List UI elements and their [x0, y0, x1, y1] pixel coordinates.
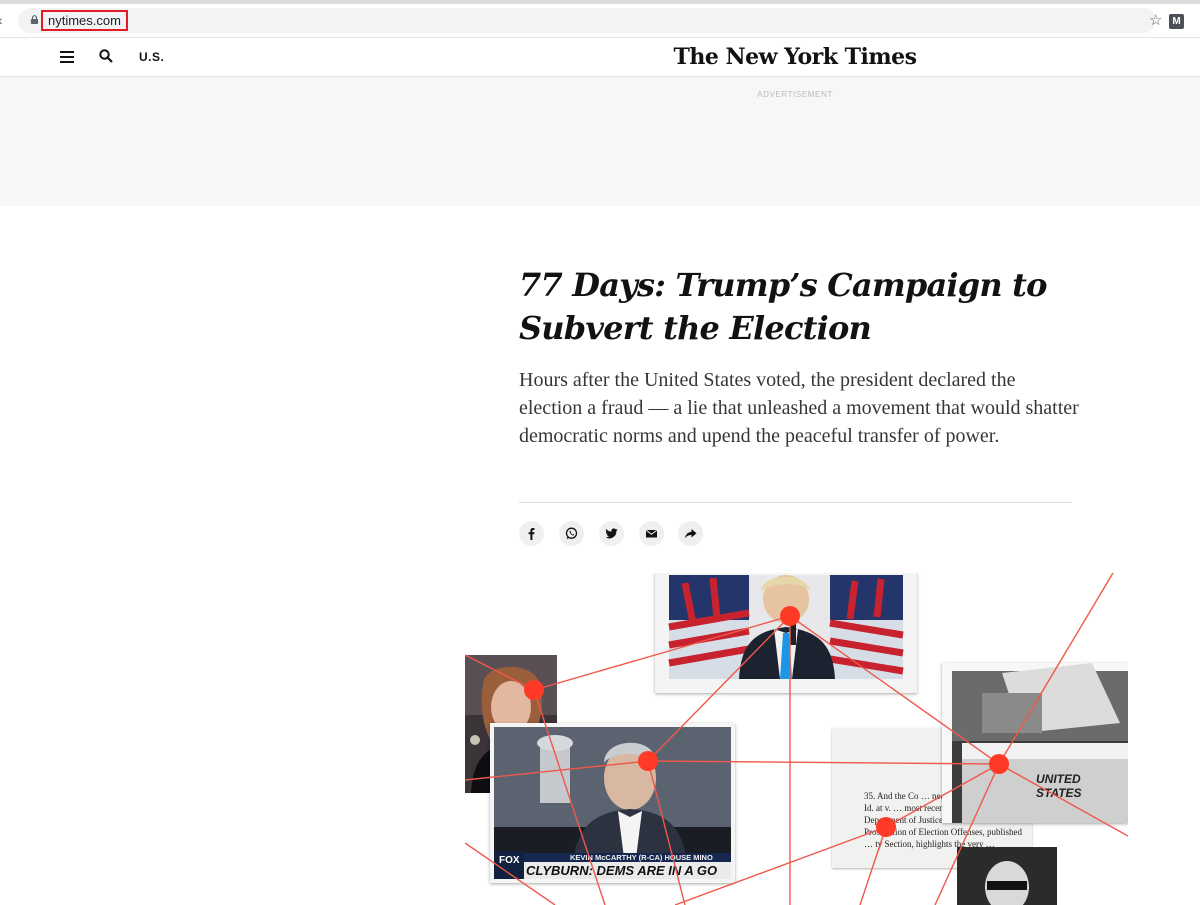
connection-lines: [465, 573, 1128, 905]
email-icon: [645, 529, 658, 538]
nyt-logo[interactable]: The New York Times: [600, 42, 990, 72]
share-more-button[interactable]: [678, 521, 703, 546]
ad-label: ADVERTISEMENT: [757, 90, 833, 99]
ad-slot: ADVERTISEMENT: [0, 77, 1200, 206]
share-twitter-button[interactable]: [599, 521, 624, 546]
hamburger-icon[interactable]: [60, 51, 74, 63]
url-text[interactable]: nytimes.com: [41, 10, 128, 31]
article-summary: Hours after the United States voted, the…: [519, 369, 1079, 447]
lead-illustration-collage: KEVIN McCARTHY (R-CA) HOUSE MINO CLYBURN…: [465, 573, 1128, 905]
share-whatsapp-button[interactable]: [559, 521, 584, 546]
browser-toolbar: ‹ nytimes.com ☆ M: [0, 4, 1200, 38]
address-bar[interactable]: nytimes.com ☆: [18, 8, 1162, 33]
article-headline: 77 Days: Trump’s Campaign to Subvert the…: [519, 266, 1048, 347]
extension-icon[interactable]: M: [1169, 14, 1184, 29]
site-header: U.S. The New York Times: [0, 38, 1200, 77]
star-icon[interactable]: ☆: [1149, 13, 1162, 28]
facebook-icon: [528, 528, 535, 540]
share-icon: [685, 529, 697, 539]
divider: [519, 502, 1072, 503]
search-icon[interactable]: [99, 49, 113, 63]
share-facebook-button[interactable]: [519, 521, 544, 546]
whatsapp-icon: [565, 527, 578, 540]
lock-icon: [30, 15, 39, 24]
back-arrow-icon[interactable]: ‹: [0, 13, 10, 27]
share-email-button[interactable]: [639, 521, 664, 546]
twitter-icon: [605, 528, 618, 539]
section-link-us[interactable]: U.S.: [139, 48, 164, 66]
